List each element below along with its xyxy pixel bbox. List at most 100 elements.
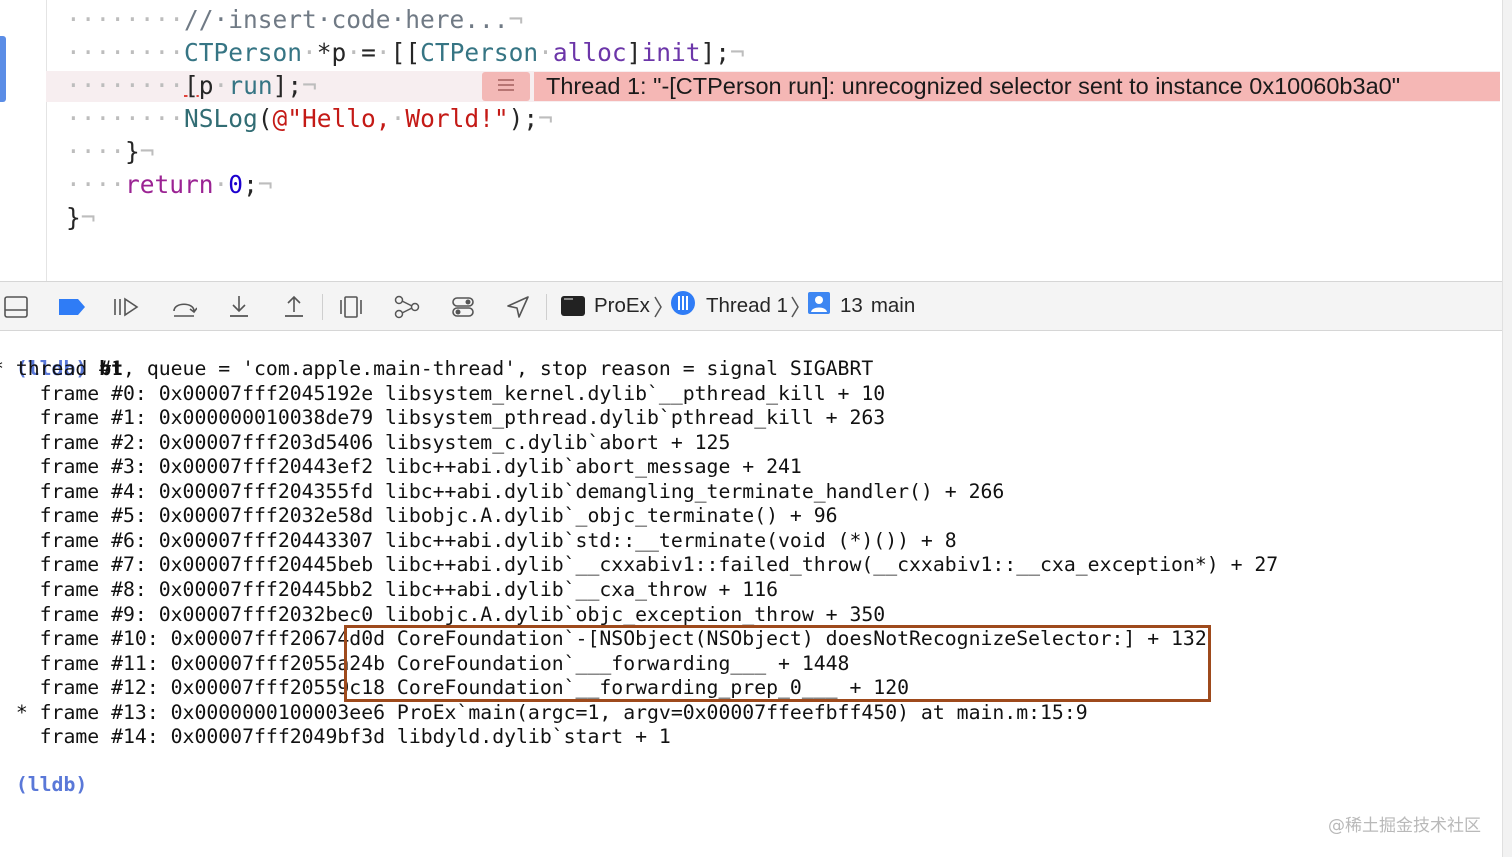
code-token: ¬ [538, 104, 553, 133]
indent-guide: ········ [66, 38, 185, 67]
code-token: · [346, 38, 362, 67]
step-into-icon[interactable] [225, 293, 253, 321]
source-editor[interactable]: ········//·insert·code·here...¬ ········C… [0, 0, 1512, 281]
code-token: CTPerson [420, 38, 539, 67]
thread-line: * thread #1, queue = 'com.apple.main-thr… [0, 357, 874, 380]
lines-icon [497, 77, 515, 96]
code-token: [[ [390, 38, 421, 67]
code-token: } [66, 203, 81, 232]
code-token: 0 [228, 170, 244, 199]
code-token: init [641, 38, 701, 67]
code-token: ¬ [257, 170, 273, 199]
code-token: alloc [552, 38, 627, 67]
code-token: CTPerson [184, 38, 303, 67]
breakpoints-icon[interactable] [57, 293, 87, 321]
code-token: return [125, 170, 214, 199]
code-token: ( [257, 104, 273, 133]
terminal-app-icon [561, 296, 585, 316]
frame-line: * frame #13: 0x0000000100003ee6 ProEx`ma… [0, 700, 1088, 724]
toolbar-separator [322, 294, 323, 320]
code-line: ········[p·run];¬ [66, 69, 317, 102]
view-hierarchy-icon[interactable] [337, 293, 365, 321]
code-line: ········//·insert·code·here...¬ [66, 3, 523, 36]
code-token: ); [508, 104, 539, 133]
thread-icon [670, 290, 696, 322]
indent-guide: ···· [66, 137, 126, 166]
highlighted-frames-box [344, 625, 1211, 702]
code-token: World!" [405, 104, 509, 133]
frame-line: frame #0: 0x00007fff2045192e libsystem_k… [0, 381, 886, 405]
user-frame-icon [807, 291, 831, 321]
continue-icon[interactable] [112, 293, 140, 321]
frame-line: frame #3: 0x00007fff20443ef2 libc++abi.d… [0, 455, 802, 479]
console-final-prompt[interactable]: (lldb) [0, 748, 87, 796]
frame-number: 13 [840, 294, 863, 317]
breakpoint-marker[interactable] [0, 36, 6, 102]
window-edge [1502, 0, 1512, 857]
code-token: NSLog [184, 104, 258, 133]
environment-overrides-icon[interactable] [449, 293, 477, 321]
code-token: } [125, 137, 140, 166]
code-token: · [375, 38, 391, 67]
lldb-prompt: (lldb) [15, 772, 88, 796]
code-token: *p [316, 38, 347, 67]
code-token: ¬ [729, 38, 745, 67]
code-token: p [198, 71, 214, 100]
indent-guide: ···· [66, 170, 126, 199]
code-token: ; [243, 170, 258, 199]
frame-line: frame #14: 0x00007fff2049bf3d libdyld.dy… [0, 725, 671, 749]
debug-toolbar: ProEx Thread 1 13 main [0, 281, 1502, 331]
frame-name: main [870, 294, 916, 317]
code-line: }¬ [66, 201, 96, 234]
code-token: · [213, 71, 229, 100]
code-line: ········NSLog(@"Hello,·World!");¬ [66, 102, 553, 135]
chevron-right-icon [653, 294, 663, 320]
code-token: = [361, 38, 376, 67]
frame-line: frame #6: 0x00007fff20443307 libc++abi.d… [0, 528, 957, 552]
gutter-divider [46, 0, 47, 281]
indent-guide: ········ [66, 5, 185, 34]
frame-line: frame #5: 0x00007fff2032e58d libobjc.A.d… [0, 504, 838, 528]
console-toggle-icon[interactable] [2, 293, 30, 321]
frame-line: frame #8: 0x00007fff20445bb2 libc++abi.d… [0, 577, 779, 601]
code-token: ¬ [302, 71, 317, 100]
error-message: Thread 1: "-[CTPerson run]: unrecognized… [546, 73, 1401, 99]
code-token: @"Hello, [272, 104, 391, 133]
error-annotation-banner[interactable]: Thread 1: "-[CTPerson run]: unrecognized… [534, 72, 1500, 101]
code-line: ········CTPerson·*p·=·[[CTPerson·alloc]i… [66, 36, 745, 69]
code-token: ]; [272, 71, 303, 100]
code-token: · [538, 38, 553, 67]
breadcrumb-frame[interactable]: 13 main [807, 282, 915, 330]
code-line: ····}¬ [66, 135, 155, 168]
memory-graph-icon[interactable] [393, 293, 421, 321]
code-token: ¬ [508, 5, 524, 34]
frame-line: frame #1: 0x000000010038de79 libsystem_p… [0, 406, 886, 430]
chevron-right-icon [790, 294, 800, 320]
breadcrumb-thread[interactable]: Thread 1 [670, 282, 788, 330]
code-token: [ [184, 71, 199, 100]
simulate-location-icon[interactable] [504, 293, 532, 321]
step-out-icon[interactable] [280, 293, 308, 321]
error-icon-button[interactable] [482, 72, 530, 101]
step-over-icon[interactable] [170, 293, 198, 321]
code-token: ]; [700, 38, 730, 67]
process-name: ProEx [594, 294, 650, 317]
code-token: · [302, 38, 317, 67]
frame-line: frame #2: 0x00007fff203d5406 libsystem_c… [0, 430, 731, 454]
code-token: · [390, 104, 406, 133]
toolbar-separator [546, 294, 547, 320]
code-token: · [213, 170, 229, 199]
frame-line: frame #4: 0x00007fff204355fd libc++abi.d… [0, 479, 1005, 503]
code-token: ] [626, 38, 642, 67]
frame-line: frame #7: 0x00007fff20445beb libc++abi.d… [0, 553, 1279, 577]
indent-guide: ········ [66, 104, 185, 133]
code-token: //·insert·code·here... [184, 5, 509, 34]
code-token: ¬ [139, 137, 155, 166]
indent-guide: ········ [66, 71, 185, 100]
code-token: run [228, 71, 273, 100]
frame-line: frame #9: 0x00007fff2032bec0 libobjc.A.d… [0, 602, 886, 626]
thread-name: Thread 1 [706, 294, 789, 317]
breadcrumb-process[interactable]: ProEx [561, 282, 650, 330]
console-command-line: (lldb) bt [0, 332, 123, 380]
code-line: ····return·0;¬ [66, 168, 273, 201]
